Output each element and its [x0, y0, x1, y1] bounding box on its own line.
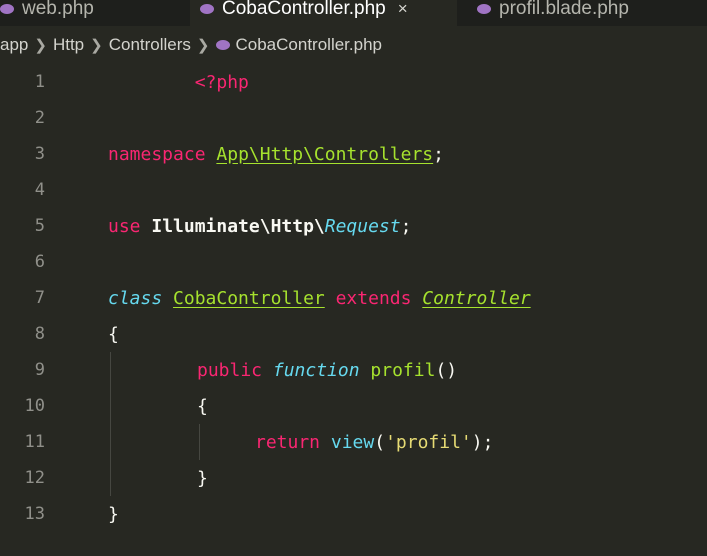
code-line-6: 6 — [0, 244, 707, 280]
tab-coba-controller[interactable]: CobaController.php × — [190, 0, 457, 26]
editor-text-area[interactable]: 1 <?php 2 3 namespace App\Http\Controlle… — [0, 64, 707, 556]
code-line-8: 8 { — [0, 316, 707, 352]
class-name: CobaController — [173, 287, 325, 309]
function-keyword: function — [272, 359, 360, 381]
open-paren: ( — [374, 431, 386, 453]
line-number: 13 — [24, 504, 45, 524]
chevron-right-icon: ❯ — [90, 37, 103, 54]
class-keyword: class — [108, 287, 163, 309]
code-line-5: 5 use Illuminate\Http\Request; — [0, 208, 707, 244]
indent-guide — [110, 424, 111, 460]
indent-guide — [110, 388, 111, 424]
code-editor-window: web.php CobaController.php × profil.blad… — [0, 0, 707, 556]
code-content: { — [197, 396, 208, 417]
line-number: 11 — [24, 432, 45, 452]
line-number: 2 — [34, 108, 45, 128]
php-open-tag: <?php — [194, 71, 249, 93]
tab-label: CobaController.php — [222, 0, 386, 19]
code-line-4: 4 — [0, 172, 707, 208]
indent-guide — [110, 460, 111, 496]
function-name: profil — [370, 359, 436, 381]
code-line-12: 12 } — [0, 460, 707, 496]
code-content: } — [197, 468, 208, 489]
code-line-3: 3 namespace App\Http\Controllers; — [0, 136, 707, 172]
namespace-keyword: namespace — [108, 143, 206, 165]
code-content: class CobaController extends Controller — [108, 288, 531, 309]
breadcrumb-http[interactable]: Http — [53, 35, 84, 55]
public-keyword: public — [197, 359, 263, 381]
breadcrumb-file[interactable]: CobaController.php — [236, 35, 382, 55]
code-line-2: 2 — [0, 100, 707, 136]
parens: () — [435, 359, 458, 381]
code-content: { — [108, 324, 119, 345]
line-number: 8 — [34, 324, 45, 344]
code-line-11: 11 return view('profil'); — [0, 424, 707, 460]
close-paren: ); — [471, 431, 494, 453]
open-brace: { — [197, 395, 208, 417]
php-file-icon — [0, 3, 14, 14]
tab-label: profil.blade.php — [499, 0, 629, 19]
line-number: 9 — [34, 360, 45, 380]
use-path: Illuminate\Http\ — [151, 215, 325, 237]
line-number: 5 — [34, 216, 45, 236]
line-number: 7 — [34, 288, 45, 308]
code-line-9: 9 public function profil() — [0, 352, 707, 388]
open-brace: { — [108, 323, 119, 345]
indent-guide — [199, 424, 200, 460]
semicolon: ; — [433, 143, 444, 165]
code-content: namespace App\Http\Controllers; — [108, 144, 444, 165]
tab-web-php[interactable]: web.php — [0, 0, 104, 26]
breadcrumb-app[interactable]: app — [0, 35, 28, 55]
php-file-icon — [215, 40, 230, 50]
chevron-right-icon: ❯ — [34, 37, 47, 54]
view-call: view — [330, 431, 375, 453]
tab-label: web.php — [22, 0, 94, 19]
line-number: 12 — [24, 468, 45, 488]
code-line-7: 7 class CobaController extends Controlle… — [0, 280, 707, 316]
request-class: Request — [324, 215, 401, 237]
semicolon: ; — [400, 215, 412, 237]
code-line-10: 10 { — [0, 388, 707, 424]
namespace-name: App\Http\Controllers — [216, 143, 434, 165]
extends-keyword: extends — [335, 287, 412, 309]
tab-profil-blade[interactable]: profil.blade.php — [467, 0, 639, 26]
use-keyword: use — [108, 215, 141, 237]
line-number: 3 — [34, 144, 45, 164]
code-line-1: 1 <?php — [0, 64, 707, 100]
line-number: 6 — [34, 252, 45, 272]
code-content: } — [108, 504, 119, 525]
breadcrumb: app ❯ Http ❯ Controllers ❯ CobaControlle… — [0, 26, 707, 64]
close-brace: } — [108, 503, 119, 525]
return-keyword: return — [255, 431, 321, 453]
code-line-13: 13 } — [0, 496, 707, 532]
code-content: use Illuminate\Http\Request; — [108, 216, 411, 237]
indent-guide — [110, 352, 111, 388]
line-number: 4 — [34, 180, 45, 200]
php-file-icon — [200, 3, 214, 14]
code-content: public function profil() — [197, 360, 457, 381]
parent-class: Controller — [422, 287, 531, 309]
close-icon[interactable]: × — [398, 0, 408, 19]
php-file-icon — [477, 3, 491, 14]
line-number: 1 — [34, 72, 45, 92]
string-literal: 'profil' — [385, 431, 472, 453]
code-content: return view('profil'); — [255, 432, 493, 453]
close-brace: } — [197, 467, 208, 489]
tab-bar: web.php CobaController.php × profil.blad… — [0, 0, 707, 26]
line-number: 10 — [24, 396, 45, 416]
